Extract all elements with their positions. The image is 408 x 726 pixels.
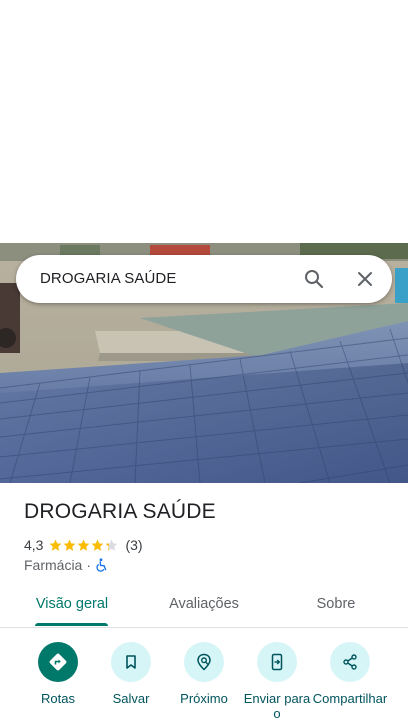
directions-icon[interactable]: [38, 642, 78, 682]
send-to-phone-button[interactable]: Enviar para o: [239, 640, 315, 721]
share-label: Compartilhar: [312, 691, 388, 706]
wheelchair-accessible-icon: [95, 558, 109, 572]
place-title: DROGARIA SAÚDE: [24, 500, 216, 523]
nearby-icon[interactable]: [184, 642, 224, 682]
search-input[interactable]: DROGARIA SAÚDE: [40, 255, 176, 303]
review-count[interactable]: (3): [125, 537, 142, 553]
search-bar[interactable]: DROGARIA SAÚDE: [16, 255, 392, 303]
nearby-button[interactable]: Próximo: [166, 640, 242, 706]
send-to-phone-icon[interactable]: [257, 642, 297, 682]
close-icon[interactable]: [353, 267, 377, 291]
separator-dot: ·: [86, 557, 92, 573]
active-tab-indicator: [35, 623, 108, 626]
star-icon: [106, 539, 118, 551]
tab-about[interactable]: Sobre: [300, 584, 372, 626]
star-icon: [64, 539, 76, 551]
rating-row[interactable]: 4,3 (3): [24, 536, 143, 554]
save-label: Salvar: [112, 691, 150, 706]
rating-stars: [49, 539, 119, 552]
tab-overview[interactable]: Visão geral: [28, 584, 116, 626]
nearby-label: Próximo: [180, 691, 228, 706]
search-icon[interactable]: [302, 267, 326, 291]
tab-reviews[interactable]: Avaliações: [158, 584, 250, 626]
star-icon: [92, 539, 104, 551]
tab-bar: Visão geral Avaliações Sobre: [0, 584, 408, 628]
directions-label: Rotas: [41, 691, 75, 706]
action-bar: Rotas Salvar Próximo Enviar para o Compa…: [0, 640, 408, 726]
save-button[interactable]: Salvar: [93, 640, 169, 706]
map-area-blank: [0, 0, 408, 243]
category-row: Farmácia ·: [24, 556, 109, 574]
rating-value: 4,3: [24, 537, 44, 553]
send-to-phone-label: Enviar para o: [243, 691, 311, 721]
star-icon: [50, 539, 62, 551]
share-button[interactable]: Compartilhar: [312, 640, 388, 706]
directions-button[interactable]: Rotas: [20, 640, 96, 706]
place-category: Farmácia: [24, 557, 83, 573]
bookmark-icon[interactable]: [111, 642, 151, 682]
star-icon: [78, 539, 90, 551]
share-icon[interactable]: [330, 642, 370, 682]
